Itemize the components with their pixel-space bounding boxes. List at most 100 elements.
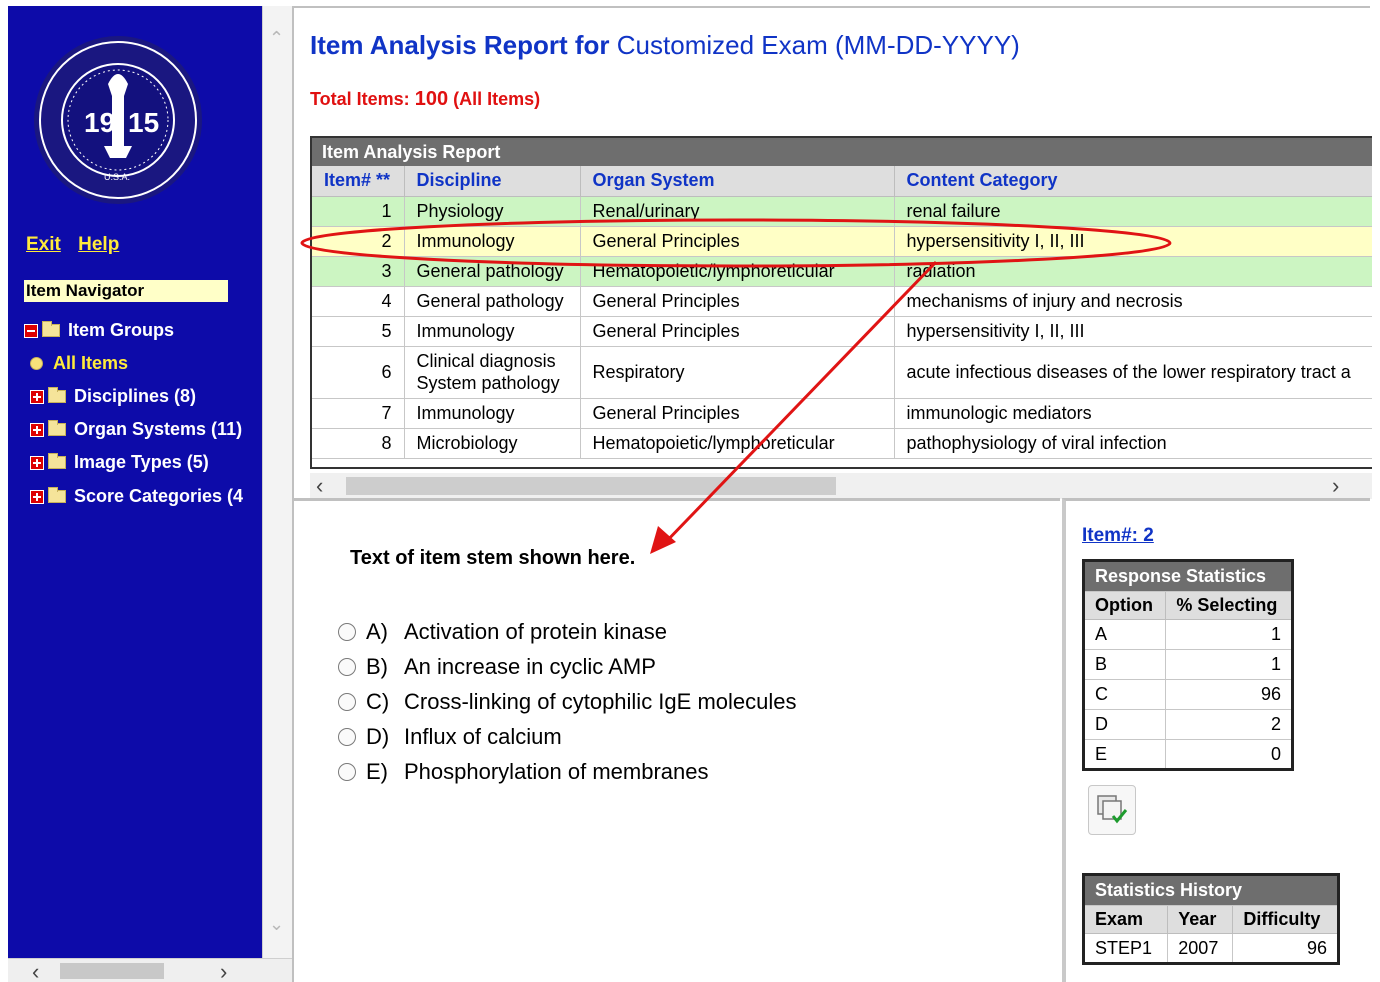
col-exam: Exam	[1082, 905, 1169, 934]
answer-option-d[interactable]: D) Influx of calcium	[338, 724, 562, 750]
col-organ-system[interactable]: Organ System	[580, 166, 895, 197]
page-title-bold: Item Analysis Report for	[310, 30, 610, 60]
chevron-up-icon[interactable]: ⌃	[269, 28, 284, 49]
cell-organ: General Principles	[580, 226, 895, 257]
sidebar-horizontal-scrollbar[interactable]: ‹ ›	[8, 958, 292, 982]
cell-option: B	[1082, 649, 1167, 680]
tree-organ-systems-label: Organ Systems (11)	[74, 419, 243, 439]
chevron-right-icon[interactable]: ›	[1332, 473, 1339, 499]
table-row[interactable]: 5 Immunology General Principles hypersen…	[312, 316, 1372, 347]
cell-discipline: Clinical diagnosis System pathology	[404, 346, 581, 399]
scroll-thumb[interactable]	[346, 477, 836, 495]
folder-icon	[48, 387, 66, 403]
tree-disciplines[interactable]: Disciplines (8)	[30, 386, 196, 407]
chevron-down-icon[interactable]: ⌄	[269, 914, 284, 935]
plus-expander-icon[interactable]	[30, 489, 44, 504]
exit-link[interactable]: Exit	[26, 234, 61, 255]
app-window: 19 15 U.S.A. Exit Help Item Navigator It…	[0, 0, 1380, 982]
radio-icon[interactable]	[338, 763, 356, 781]
col-content-category[interactable]: Content Category	[894, 166, 1372, 197]
tree-disciplines-label: Disciplines (8)	[74, 386, 197, 406]
col-discipline[interactable]: Discipline	[404, 166, 581, 197]
option-text: An increase in cyclic AMP	[404, 654, 656, 679]
folder-icon	[48, 420, 66, 436]
cell-organ: General Principles	[580, 286, 895, 317]
answer-option-b[interactable]: B) An increase in cyclic AMP	[338, 654, 656, 680]
answer-option-c[interactable]: C) Cross-linking of cytophilic IgE molec…	[338, 689, 797, 715]
help-link[interactable]: Help	[78, 234, 119, 255]
option-text: Phosphorylation of membranes	[404, 759, 709, 784]
table-row[interactable]: 7 Immunology General Principles immunolo…	[312, 398, 1372, 429]
tree-organ-systems[interactable]: Organ Systems (11)	[30, 419, 242, 440]
cell-organ: General Principles	[580, 316, 895, 347]
cell-organ: Hematopoietic/lymphoreticular	[580, 256, 895, 287]
table-caption: Item Analysis Report	[312, 138, 1372, 166]
tree-all-items[interactable]: All Items	[30, 353, 128, 374]
plus-expander-icon[interactable]	[30, 389, 44, 404]
option-text: Cross-linking of cytophilic IgE molecule…	[404, 689, 797, 714]
table-row: D 2	[1082, 709, 1293, 740]
statistics-pane: Item#: 2 Response Statistics Option % Se…	[1062, 498, 1370, 982]
tree-score-categories[interactable]: Score Categories (4	[30, 486, 243, 507]
minus-expander-icon[interactable]	[24, 323, 38, 338]
cell-item: 3	[312, 256, 405, 287]
cell-pct: 96	[1165, 679, 1293, 710]
table-horizontal-scrollbar[interactable]: ‹ ›	[310, 473, 1372, 499]
copy-check-icon	[1097, 795, 1128, 824]
table-header-row: Item# ** Discipline Organ System Content…	[312, 166, 1372, 197]
col-item[interactable]: Item# **	[312, 166, 405, 197]
table-row-selected[interactable]: 2 Immunology General Principles hypersen…	[312, 226, 1372, 257]
table-row[interactable]: 6 Clinical diagnosis System pathology Re…	[312, 346, 1372, 399]
page-title: Item Analysis Report for Customized Exam…	[310, 30, 1020, 61]
cell-option: C	[1082, 679, 1167, 710]
cell-discipline: Immunology	[404, 316, 581, 347]
tree-item-groups-label: Item Groups	[68, 320, 175, 340]
radio-icon[interactable]	[338, 623, 356, 641]
scroll-thumb[interactable]	[60, 963, 164, 979]
tree-all-items-label: All Items	[53, 353, 129, 373]
cell-year: 2007	[1167, 933, 1234, 964]
item-number-link[interactable]: Item#: 2	[1082, 525, 1154, 547]
folder-icon	[48, 487, 66, 503]
option-text: Activation of protein kinase	[404, 619, 667, 644]
radio-icon[interactable]	[338, 693, 356, 711]
nbme-seal-logo: 19 15 U.S.A.	[34, 36, 202, 204]
option-letter: E)	[366, 759, 388, 784]
chevron-left-icon[interactable]: ‹	[316, 473, 323, 499]
cell-option: D	[1082, 709, 1167, 740]
sidebar-vertical-scrollbar[interactable]: ⌃ ⌄	[262, 6, 292, 958]
table-caption: Statistics History	[1083, 874, 1339, 906]
table-row: A 1	[1082, 619, 1293, 650]
option-letter: B)	[366, 654, 388, 679]
plus-expander-icon[interactable]	[30, 455, 44, 470]
tree-image-types[interactable]: Image Types (5)	[30, 452, 209, 473]
cell-discipline: General pathology	[404, 286, 581, 317]
statistics-history-table: Statistics History Exam Year Difficulty …	[1082, 873, 1340, 965]
seal-country: U.S.A.	[104, 172, 130, 182]
answer-option-e[interactable]: E) Phosphorylation of membranes	[338, 759, 709, 785]
total-items: Total Items: 100 (All Items)	[310, 88, 540, 111]
total-items-count: 100	[414, 88, 449, 110]
total-items-note: (All Items)	[453, 89, 541, 109]
answer-option-a[interactable]: A) Activation of protein kinase	[338, 619, 667, 645]
radio-icon[interactable]	[338, 658, 356, 676]
cell-item: 7	[312, 398, 405, 429]
table-row[interactable]: 8 Microbiology Hematopoietic/lymphoretic…	[312, 428, 1372, 459]
radio-icon[interactable]	[338, 728, 356, 746]
copy-check-button[interactable]	[1088, 785, 1136, 835]
plus-expander-icon[interactable]	[30, 422, 44, 437]
tree-item-groups[interactable]: Item Groups	[24, 320, 174, 341]
item-stem-pane: Text of item stem shown here. A) Activat…	[292, 498, 1060, 982]
option-letter: C)	[366, 689, 390, 714]
col-option: Option	[1082, 591, 1167, 620]
cell-item: 5	[312, 316, 405, 347]
col-pct-selecting: % Selecting	[1165, 591, 1293, 620]
chevron-left-icon[interactable]: ‹	[32, 959, 39, 982]
table-row[interactable]: 1 Physiology Renal/urinary renal failure	[312, 196, 1372, 227]
response-statistics-table: Response Statistics Option % Selecting A…	[1082, 559, 1294, 771]
chevron-right-icon[interactable]: ›	[220, 959, 227, 982]
col-year: Year	[1167, 905, 1234, 934]
table-row: E 0	[1082, 739, 1293, 770]
table-row[interactable]: 3 General pathology Hematopoietic/lympho…	[312, 256, 1372, 287]
table-row[interactable]: 4 General pathology General Principles m…	[312, 286, 1372, 317]
